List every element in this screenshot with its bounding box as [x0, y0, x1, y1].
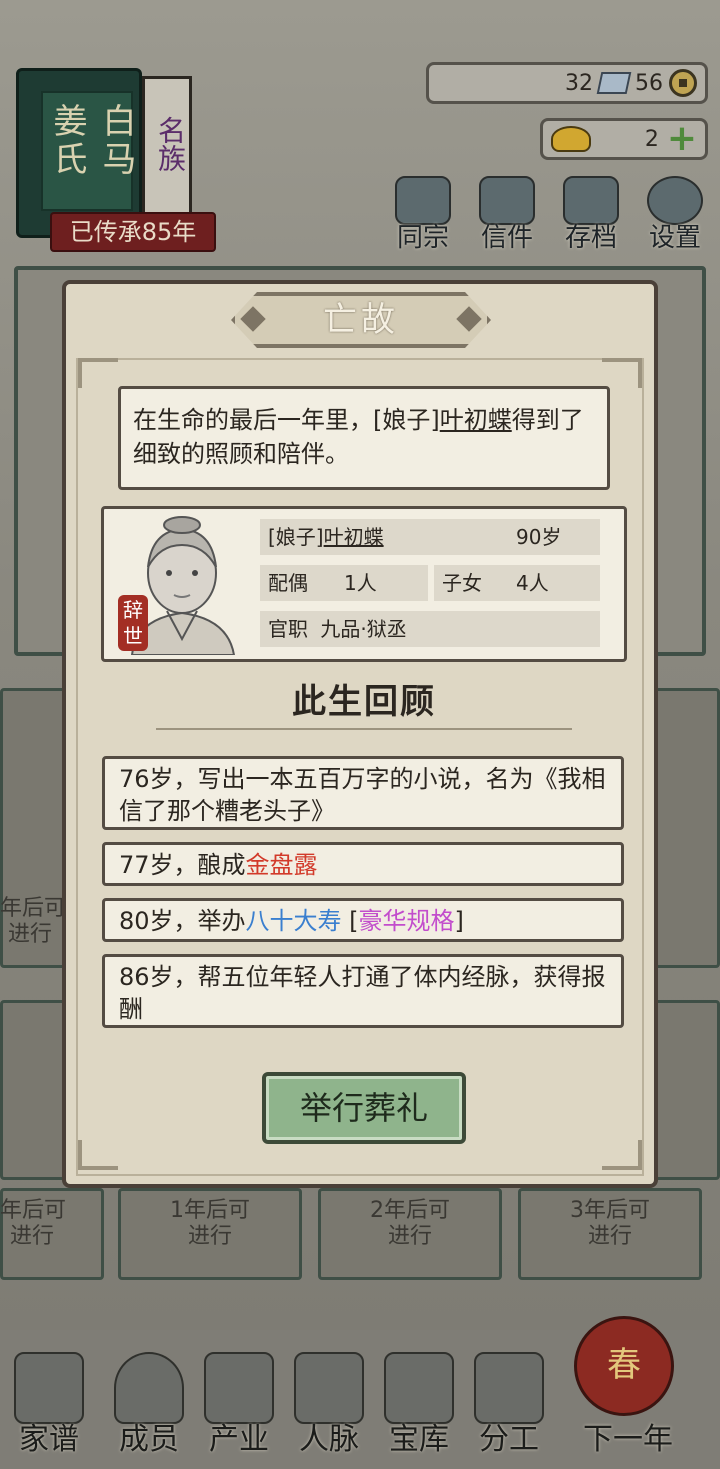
nav-label: 成员 — [119, 1422, 179, 1457]
inherit-years-ribbon: 已传承85年 — [50, 212, 216, 252]
nav-label: 家谱 — [19, 1422, 79, 1457]
nav-label: 人脉 — [299, 1422, 359, 1457]
life-event-2: 77岁，酿成金盘露 — [102, 842, 624, 886]
hold-funeral-button[interactable]: 举行葬礼 — [262, 1072, 466, 1144]
nav-connections[interactable]: 人脉 — [284, 1338, 374, 1458]
bg-card-right-low — [650, 1000, 720, 1180]
copper-coin-icon — [669, 69, 697, 97]
menu-clan-relatives[interactable]: 同宗 — [384, 176, 462, 254]
profile-office-row: 官职 九品·狱丞 — [260, 611, 600, 647]
bg-card-bottom-2-text: 2年后可 进行 — [370, 1198, 450, 1249]
event-2-text: 77岁，酿成 — [119, 851, 246, 879]
review-divider — [156, 716, 572, 730]
menu-label: 同宗 — [396, 223, 449, 253]
coin-count: 56 — [635, 70, 663, 96]
member-profile-card: 辞世 [娘子]叶初蝶 90岁 配偶 1人 子女 4人 官职 九品·狱丞 — [101, 506, 627, 662]
life-event-1: 76岁，写出一本五百万字的小说，名为《我相信了那个糟老头子》 — [102, 756, 624, 830]
clan-name-right: 姜氏 — [47, 103, 87, 179]
menu-label: 信件 — [480, 223, 533, 253]
event-3-grade: 豪华规格 — [358, 907, 455, 935]
spouse-value: 1人 — [344, 571, 377, 595]
profile-name[interactable]: 叶初蝶 — [324, 525, 384, 549]
gem-count: 32 — [565, 70, 593, 96]
death-dialog: 亡故 在生命的最后一年里，[娘子]叶初蝶得到了细致的照顾和陪伴。 辞世 [娘子]… — [62, 280, 658, 1188]
message-name-link[interactable]: 叶初蝶 — [440, 406, 512, 434]
nav-family-tree[interactable]: 家谱 — [4, 1338, 94, 1458]
children-value: 4人 — [516, 571, 549, 595]
profile-age: 90岁 — [516, 525, 562, 549]
clan-name-left: 白马 — [96, 103, 136, 179]
currency-bar: 32 56 — [426, 62, 708, 104]
event-3-item: 八十大寿 — [245, 907, 342, 935]
nav-treasury[interactable]: 宝库 — [374, 1338, 464, 1458]
bg-card-right-mid — [650, 688, 720, 968]
office-label: 官职 — [268, 617, 308, 641]
frame-corner — [78, 358, 118, 388]
profile-title-prefix: [娘子] — [268, 525, 324, 549]
nav-assignment[interactable]: 分工 — [464, 1338, 554, 1458]
life-event-3: 80岁，举办八十大寿 [豪华规格] — [102, 898, 624, 942]
gold-count: 2 — [644, 126, 659, 152]
nav-industry[interactable]: 产业 — [194, 1338, 284, 1458]
event-3-bracket-close: ] — [454, 907, 464, 935]
top-menu: 同宗 信件 存档 设置 — [384, 176, 714, 254]
lantern-icon[interactable]: 春 — [574, 1316, 674, 1416]
nav-label: 产业 — [209, 1422, 269, 1457]
nav-label: 宝库 — [389, 1422, 449, 1457]
message-text-1: 在生命的最后一年里，[娘子] — [133, 406, 440, 434]
gem-icon — [596, 72, 632, 94]
bg-card-bottom-3-text: 3年后可 进行 — [570, 1198, 650, 1249]
nav-members[interactable]: 成员 — [104, 1338, 194, 1458]
event-3-text: 80岁，举办 — [119, 907, 246, 935]
office-value: 九品·狱丞 — [320, 617, 407, 641]
dialog-title: 亡故 — [323, 300, 399, 340]
nav-label: 下一年 — [583, 1422, 673, 1457]
menu-settings[interactable]: 设置 — [636, 176, 714, 254]
event-3-bracket-open: [ — [341, 907, 359, 935]
menu-label: 设置 — [648, 223, 701, 253]
bg-card-left-mid-text: 年后可 进行 — [0, 896, 67, 947]
event-2-item: 金盘露 — [245, 851, 318, 879]
spouse-label: 配偶 — [268, 571, 308, 595]
add-gold-icon[interactable]: + — [667, 121, 697, 157]
deceased-seal: 辞世 — [118, 595, 148, 651]
bg-card-bottom-1-text: 1年后可 进行 — [170, 1198, 250, 1249]
life-event-4: 86岁，帮五位年轻人打通了体内经脉，获得报酬 — [102, 954, 624, 1028]
nav-label: 分工 — [479, 1422, 539, 1457]
gold-bar: 2 + — [540, 118, 708, 160]
menu-label: 存档 — [564, 223, 617, 253]
clan-book[interactable]: 姜氏 白马 名族 已传承85年 — [10, 62, 220, 252]
frame-corner — [602, 1140, 642, 1170]
menu-letters[interactable]: 信件 — [468, 176, 546, 254]
bg-card-bottom-0-text: 年后可 进行 — [0, 1198, 67, 1249]
frame-corner — [602, 358, 642, 388]
menu-save[interactable]: 存档 — [552, 176, 630, 254]
clan-tag: 名族 — [154, 116, 187, 172]
frame-corner — [78, 1140, 118, 1170]
gold-ingot-icon — [551, 126, 591, 152]
bg-card-left-low — [0, 1000, 70, 1180]
clan-name-plate: 姜氏 白马 — [41, 91, 136, 211]
children-label: 子女 — [442, 571, 482, 595]
death-message: 在生命的最后一年里，[娘子]叶初蝶得到了细致的照顾和陪伴。 — [118, 386, 610, 490]
